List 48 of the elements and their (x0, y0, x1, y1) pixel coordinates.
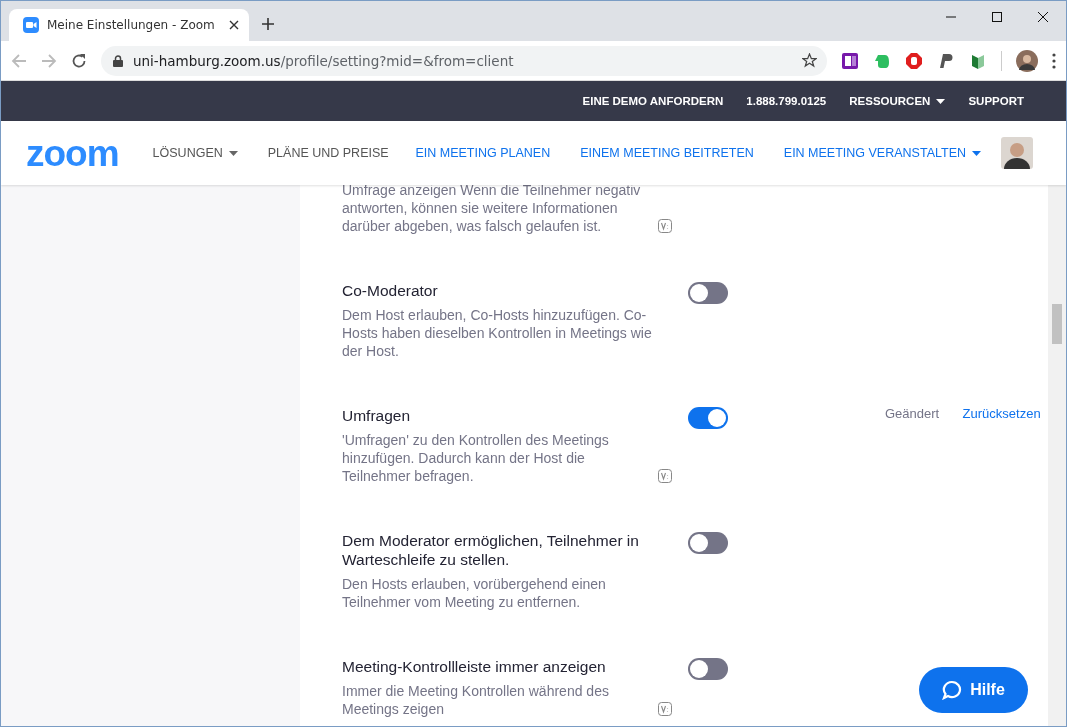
note-icon[interactable] (658, 219, 672, 233)
nav-link[interactable]: EINEM MEETING BEITRETEN (580, 146, 754, 160)
reload-icon[interactable] (71, 52, 87, 69)
toggle-switch[interactable] (688, 658, 728, 680)
caret-icon (228, 150, 238, 156)
tab-title: Meine Einstellungen - Zoom (47, 18, 216, 32)
parking-icon[interactable] (937, 51, 955, 70)
setting-description: Umfrage anzeigen Wenn die Teilnehmer negativ antworten, können sie weitere Informationen darüber abgeben, was falsch gelaufen ist. (342, 185, 642, 235)
address-bar[interactable]: uni-hamburg.zoom.us/profile/setting?mid=&from=client (101, 45, 827, 76)
close-icon[interactable] (229, 20, 239, 30)
caret-icon (936, 98, 946, 104)
avatar-icon[interactable] (1016, 49, 1038, 72)
new-tab-icon[interactable] (261, 17, 275, 31)
toggle-switch[interactable] (688, 407, 728, 429)
nav-link[interactable]: LÖSUNGEN (152, 146, 238, 160)
lock-icon (113, 54, 123, 67)
stop-hand-icon[interactable] (905, 51, 923, 70)
notebook-icon[interactable] (841, 51, 859, 70)
top-link[interactable]: RESSOURCEN (849, 95, 946, 107)
top-link[interactable]: EINE DEMO ANFORDERN (582, 95, 724, 107)
video-camera-icon (23, 17, 39, 33)
toggle-switch[interactable] (688, 532, 728, 554)
note-icon[interactable] (658, 702, 672, 716)
top-link[interactable]: 1.888.799.0125 (746, 95, 827, 107)
setting-description: Dem Host erlauben, Co-Hosts hinzuzufügen. Co-Hosts haben dieselben Kontrollen in Meetings wie der Host. (342, 306, 653, 360)
setting-title: Co-Moderator (342, 281, 439, 300)
setting-title: Meeting-Kontrollleiste immer anzeigen (342, 657, 607, 676)
avatar-icon[interactable] (1001, 137, 1033, 169)
reset-link[interactable]: Zurücksetzen (962, 406, 1048, 421)
chat-bubble-icon (942, 680, 963, 700)
nav-link[interactable]: EIN MEETING VERANSTALTEN (783, 146, 981, 160)
nav-link[interactable]: EIN MEETING PLANEN (415, 146, 551, 160)
toggle-switch[interactable] (688, 282, 728, 304)
top-link[interactable]: SUPPORT (968, 95, 1024, 107)
star-icon[interactable] (802, 53, 817, 68)
browser-tab[interactable]: Meine Einstellungen - Zoom (9, 9, 249, 41)
setting-title: Dem Moderator ermöglichen, Teilnehmer in Warteschleife zu stellen. (342, 531, 640, 569)
setting-description: Den Hosts erlauben, vorübergehend einen Teilnehmer vom Meeting zu entfernen. (342, 575, 607, 611)
setting-description: 'Umfragen' zu den Kontrollen des Meetings hinzufügen. Dadurch kann der Host die Teilnehmer befragen. (342, 431, 610, 485)
menu-icon[interactable] (1052, 52, 1056, 69)
note-icon[interactable] (658, 469, 672, 483)
scrollbar-thumb[interactable] (1052, 304, 1062, 344)
caret-icon (972, 150, 981, 156)
changed-label: Geändert (885, 406, 941, 421)
help-button[interactable]: Hilfe (919, 667, 1028, 713)
setting-description: Immer die Meeting Kontrollen während des Meetings zeigen (342, 682, 610, 718)
setting-title: Umfragen (342, 406, 412, 425)
nav-link[interactable]: PLÄNE UND PREISE (267, 146, 389, 160)
